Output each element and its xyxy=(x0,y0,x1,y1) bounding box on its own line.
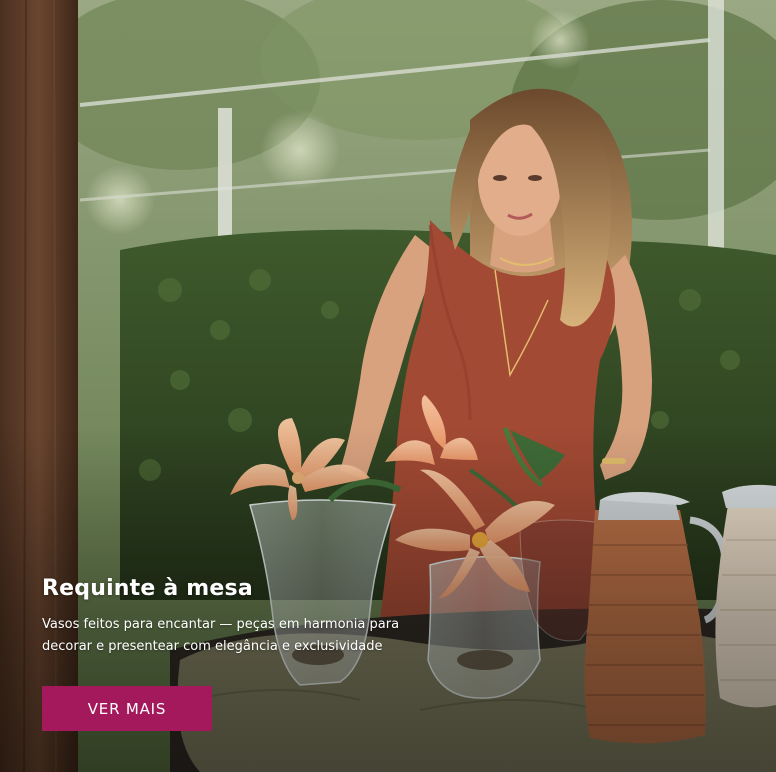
hero-banner: Requinte à mesa Vasos feitos para encant… xyxy=(0,0,776,772)
banner-title: Requinte à mesa xyxy=(42,576,253,601)
banner-text-block: Requinte à mesa Vasos feitos para encant… xyxy=(42,574,462,658)
banner-description: Vasos feitos para encantar — peças em ha… xyxy=(42,617,400,654)
ver-mais-button[interactable]: VER MAIS xyxy=(42,686,212,731)
